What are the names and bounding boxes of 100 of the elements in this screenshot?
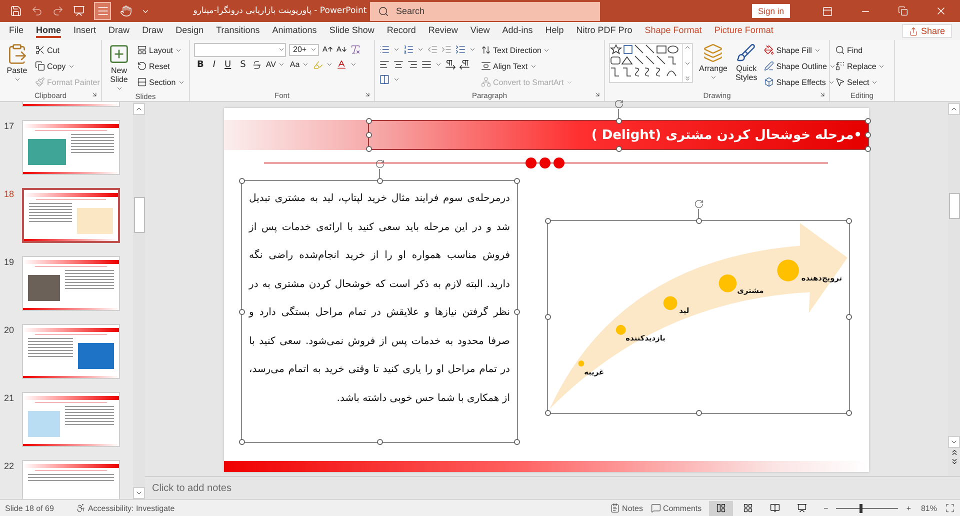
resize-handle[interactable] xyxy=(366,146,372,152)
format-button[interactable]: S xyxy=(237,60,249,70)
ribbon-tab[interactable]: Transitions xyxy=(216,24,260,38)
comments-button[interactable]: Comments xyxy=(646,503,706,513)
resize-handle[interactable] xyxy=(239,308,245,314)
previous-slide-icon[interactable] xyxy=(950,448,958,457)
sign-in-button[interactable]: Sign in xyxy=(752,4,790,18)
resize-handle[interactable] xyxy=(366,118,372,124)
zoom-slider-thumb[interactable] xyxy=(860,504,863,512)
reset-button[interactable]: Reset xyxy=(136,59,186,73)
resize-handle[interactable] xyxy=(239,439,245,445)
find-button[interactable]: Find xyxy=(834,43,886,57)
resize-handle[interactable] xyxy=(376,439,382,445)
dialog-launcher-icon[interactable] xyxy=(819,91,826,98)
resize-handle[interactable] xyxy=(545,218,551,224)
resize-handle[interactable] xyxy=(545,314,551,320)
format-button[interactable]: B xyxy=(194,60,207,70)
ribbon-tab[interactable]: Review xyxy=(428,24,458,38)
shape-fill-button[interactable]: Shape Fill xyxy=(763,43,837,57)
columns-icon[interactable] xyxy=(379,74,390,85)
format-button[interactable]: U xyxy=(222,60,234,70)
ribbon-tab[interactable]: Insert xyxy=(74,24,96,38)
ribbon-tab[interactable]: Draw xyxy=(142,24,164,38)
justify-icon[interactable] xyxy=(421,59,432,70)
clear-formatting-icon[interactable] xyxy=(350,44,361,55)
gallery-more-icon[interactable] xyxy=(684,75,691,82)
replace-button[interactable]: Replace xyxy=(834,59,886,73)
scrollbar[interactable] xyxy=(133,102,145,499)
resize-handle[interactable] xyxy=(865,146,871,152)
change-case-button[interactable]: Aa xyxy=(288,58,310,72)
resize-handle[interactable] xyxy=(846,218,852,224)
save-icon[interactable] xyxy=(10,5,22,17)
zoom-in-button[interactable]: + xyxy=(902,504,915,512)
gallery-down-icon[interactable] xyxy=(684,60,691,66)
resize-handle[interactable] xyxy=(696,218,702,224)
presentation-icon[interactable] xyxy=(73,5,85,17)
view-button[interactable] xyxy=(708,500,733,516)
resize-handle[interactable] xyxy=(514,439,520,445)
resize-handle[interactable] xyxy=(846,314,852,320)
ribbon-tab[interactable]: View xyxy=(470,24,490,38)
resize-handle[interactable] xyxy=(376,178,382,184)
rotate-handle[interactable] xyxy=(374,159,384,178)
accessibility-button[interactable]: Accessibility: Investigate xyxy=(72,503,179,513)
select-button[interactable]: Select xyxy=(834,75,886,89)
right-to-left-icon[interactable] xyxy=(459,59,470,70)
line-spacing-icon[interactable] xyxy=(455,44,466,55)
resize-handle[interactable] xyxy=(696,410,702,416)
shape-effects-button[interactable]: Shape Effects xyxy=(763,75,837,89)
scroll-down-icon[interactable] xyxy=(135,489,143,497)
hand-icon[interactable] xyxy=(120,5,132,17)
quick-styles-button[interactable]: Quick Styles xyxy=(733,43,760,82)
rotate-handle[interactable] xyxy=(694,199,704,218)
dialog-launcher-icon[interactable] xyxy=(594,91,601,98)
ribbon-tab[interactable]: Home xyxy=(36,24,62,38)
ribbon-tab[interactable]: Help xyxy=(545,24,564,38)
shape-outline-button[interactable]: Shape Outline xyxy=(763,59,837,73)
format-button[interactable]: I xyxy=(210,60,219,70)
text-direction-button[interactable]: Text Direction xyxy=(480,43,574,57)
align-center-icon[interactable] xyxy=(393,59,404,70)
fit-to-window-icon[interactable] xyxy=(945,503,955,513)
resize-handle[interactable] xyxy=(239,178,245,184)
resize-handle[interactable] xyxy=(616,146,622,152)
ribbon-tab[interactable]: Record xyxy=(386,24,416,38)
strikethrough-icon[interactable] xyxy=(252,60,262,70)
dialog-launcher-icon[interactable] xyxy=(364,91,371,98)
font-size-field[interactable]: 20+ xyxy=(289,44,319,56)
scroll-thumb[interactable] xyxy=(134,197,144,233)
ribbon-tab[interactable]: Nitro PDF Pro xyxy=(576,24,632,38)
ribbon-tab[interactable]: Shape Format xyxy=(644,24,702,38)
resize-handle[interactable] xyxy=(366,132,372,138)
slide-thumbnail[interactable] xyxy=(22,188,120,243)
rotate-handle[interactable] xyxy=(614,99,624,118)
ribbon-tab[interactable]: Design xyxy=(176,24,204,38)
align-left-icon[interactable] xyxy=(379,59,390,70)
scroll-down-icon[interactable] xyxy=(950,438,958,446)
scroll-up-icon[interactable] xyxy=(135,105,143,113)
layout-button[interactable]: Layout xyxy=(136,43,186,57)
font-color-icon[interactable] xyxy=(336,59,347,70)
decrease-indent-icon[interactable] xyxy=(427,44,438,55)
ribbon-tab[interactable]: Picture Format xyxy=(714,24,774,38)
paste-button[interactable]: Paste xyxy=(4,43,30,83)
zoom-out-button[interactable]: − xyxy=(820,504,832,512)
redo-icon[interactable] xyxy=(52,5,64,17)
next-slide-icon[interactable] xyxy=(950,457,958,466)
ribbon-tab[interactable]: Add-ins xyxy=(502,24,533,38)
search-field[interactable]: Search xyxy=(370,2,600,20)
arrange-button[interactable]: Arrange xyxy=(697,43,730,81)
copy-button[interactable]: Copy xyxy=(34,59,101,73)
character-spacing-button[interactable]: AV xyxy=(264,58,286,72)
undo-icon[interactable] xyxy=(31,5,43,17)
resize-handle[interactable] xyxy=(846,410,852,416)
share-button[interactable]: Share xyxy=(902,24,952,38)
numbering-icon[interactable] xyxy=(403,44,414,55)
gallery-up-icon[interactable] xyxy=(684,44,691,51)
cut-button[interactable]: Cut xyxy=(34,43,101,57)
section-button[interactable]: Section xyxy=(136,75,186,89)
resize-handle[interactable] xyxy=(865,132,871,138)
scroll-up-icon[interactable] xyxy=(950,105,958,113)
ribbon-tab[interactable]: File xyxy=(9,24,24,38)
resize-handle[interactable] xyxy=(545,410,551,416)
